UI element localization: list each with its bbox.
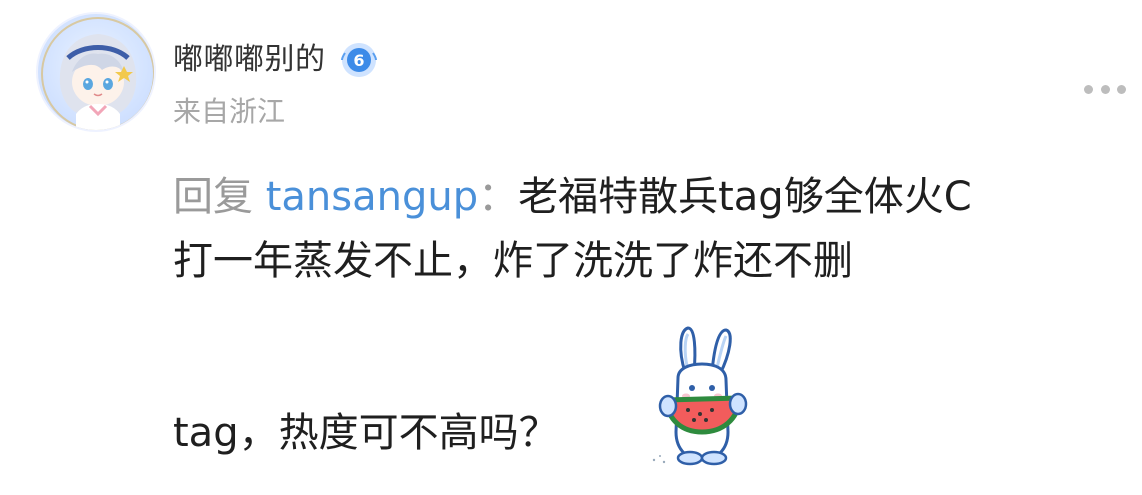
more-dot — [1117, 84, 1126, 94]
username[interactable]: 嘟嘟嘟别的 — [173, 40, 326, 80]
comment-text-line-3: tag，热度可不高吗？ — [173, 410, 559, 456]
rabbit-watermelon-sticker — [640, 320, 760, 470]
comment-line-1: 回复 tansangup：老福特散兵tag够全体火C — [173, 165, 1093, 229]
comment-line-2: 打一年蒸发不止，炸了洗洗了炸还不删 — [173, 229, 1093, 293]
more-dot — [1100, 84, 1110, 94]
location-label: 来自浙江 — [173, 95, 286, 128]
sticker-gap — [173, 293, 1093, 401]
comment-line-3: tag，热度可不高吗？ — [173, 401, 1093, 465]
avatar-illustration — [41, 17, 154, 130]
avatar[interactable] — [36, 12, 156, 132]
reply-prefix: 回复 — [173, 174, 253, 220]
level-badge-number: 6 — [353, 51, 364, 70]
comment-text-line-2: 打一年蒸发不止，炸了洗洗了炸还不删 — [173, 238, 853, 284]
level-badge-icon: 6 — [340, 41, 378, 79]
comment-body: 回复 tansangup：老福特散兵tag够全体火C 打一年蒸发不止，炸了洗洗了… — [173, 165, 1093, 465]
user-info-row: 嘟嘟嘟别的 6 — [173, 40, 378, 80]
more-dot — [1084, 84, 1093, 94]
comment-text-line-1: 老福特散兵tag够全体火C — [518, 174, 972, 220]
reply-user-link[interactable]: tansangup — [266, 174, 478, 220]
more-horizontal-icon[interactable] — [1084, 80, 1126, 98]
reply-colon: ： — [478, 174, 519, 220]
